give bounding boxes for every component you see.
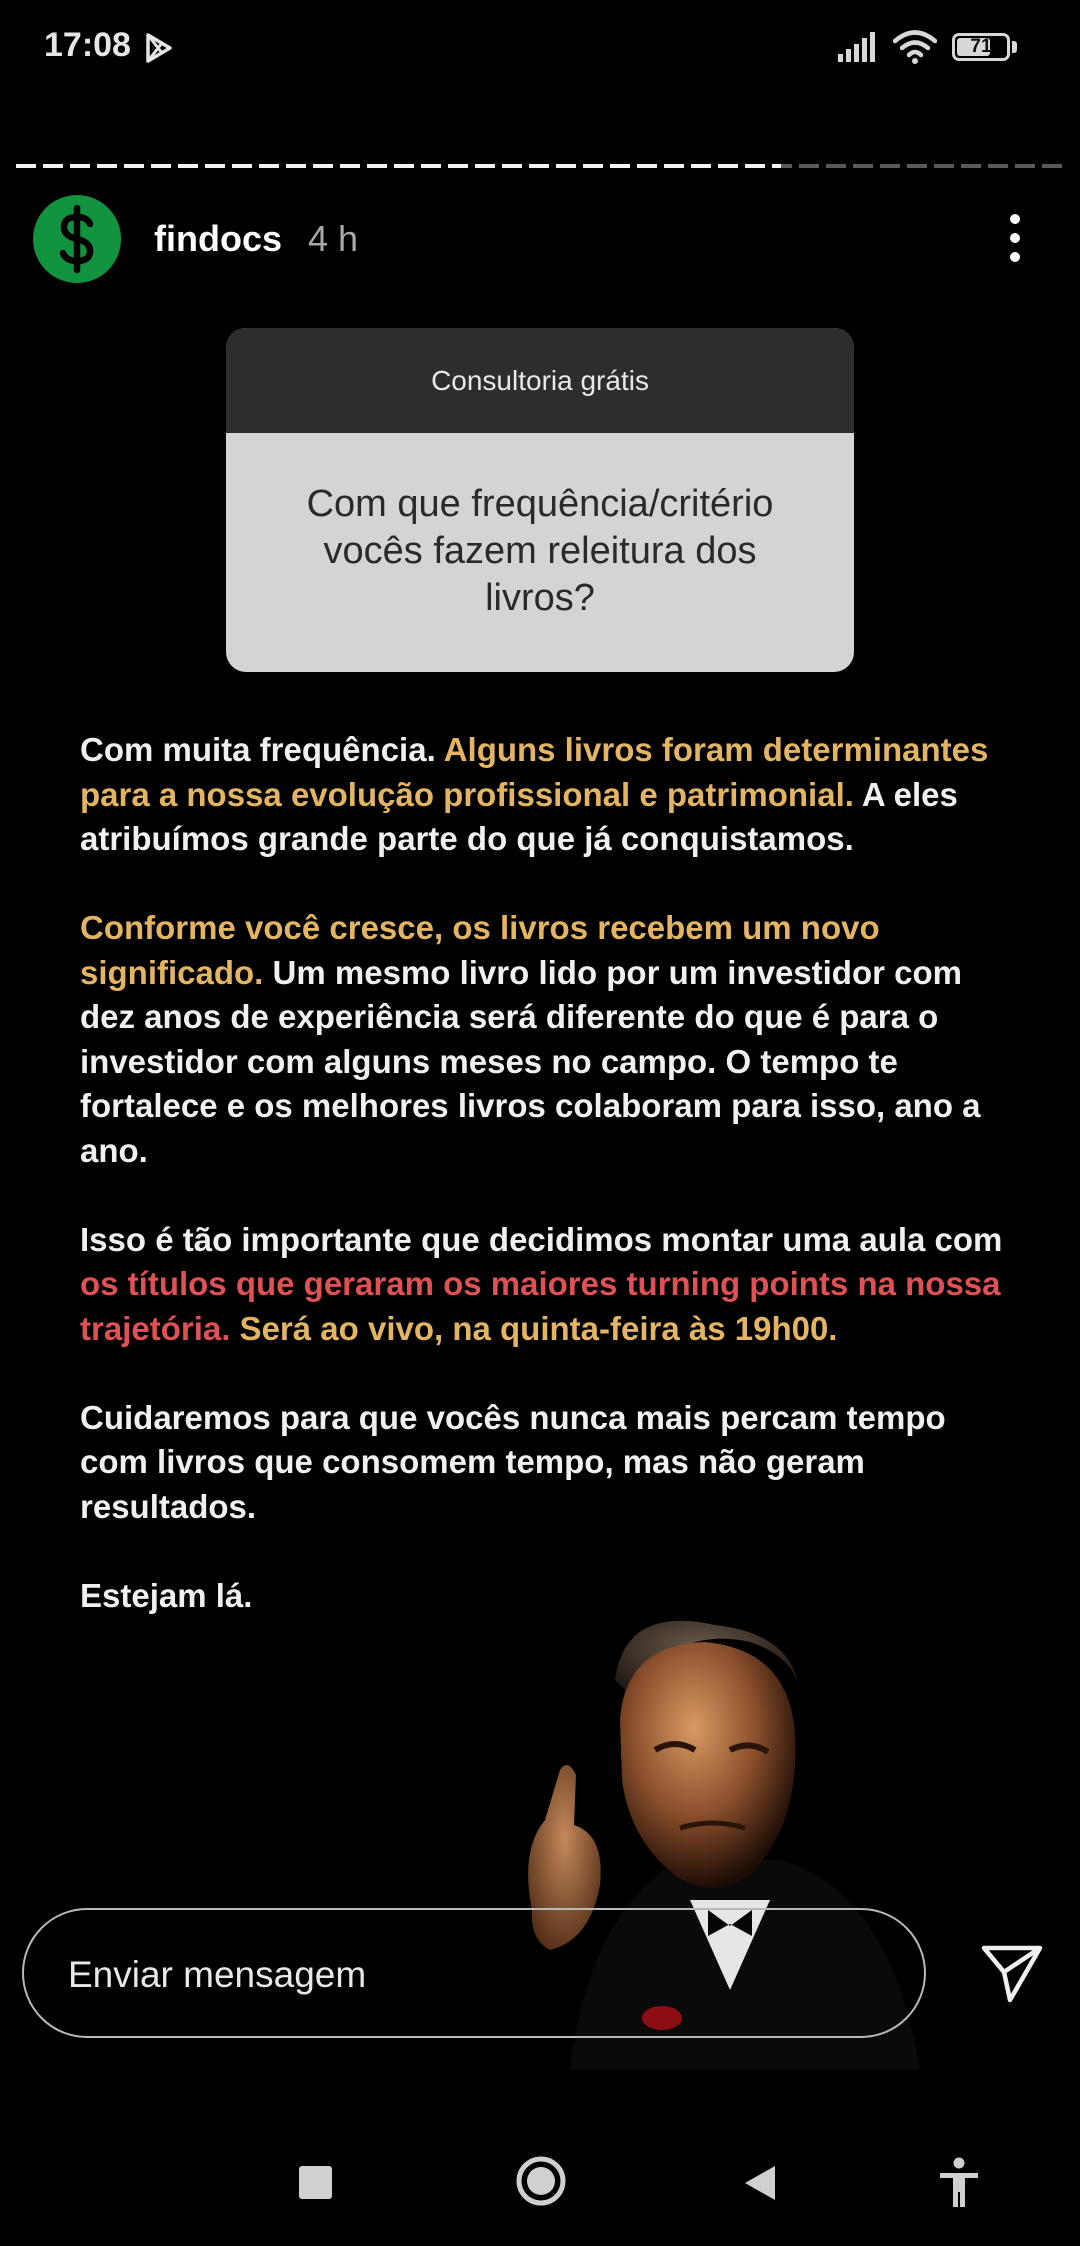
story-paragraph: Com muita frequência. Alguns livros fora… <box>80 728 1020 862</box>
battery-cap <box>1012 41 1017 53</box>
reply-placeholder: Enviar mensagem <box>68 1954 367 1995</box>
story-header: findocs 4 h <box>0 190 1080 286</box>
send-icon[interactable] <box>980 1944 1044 2004</box>
recents-icon[interactable] <box>299 2166 332 2199</box>
reply-input[interactable]: Enviar mensagem <box>22 1908 926 2038</box>
battery-percent: 71 <box>970 36 992 57</box>
more-options-icon[interactable] <box>1000 210 1030 266</box>
status-bar: 17:08 71 <box>0 0 1080 100</box>
play-store-icon <box>146 33 172 63</box>
question-box-header: Consultoria grátis <box>226 328 854 433</box>
dollar-icon <box>59 204 94 274</box>
back-icon[interactable] <box>742 2164 778 2202</box>
question-box: Consultoria grátis Com que frequência/cr… <box>226 328 854 672</box>
story-paragraph: Conforme você cresce, os livros recebem … <box>80 906 1020 1173</box>
battery-icon: 71 <box>952 33 1010 61</box>
story-time: 4 h <box>308 218 359 259</box>
story-progress-fill <box>16 164 782 168</box>
wifi-icon <box>893 30 937 64</box>
accessibility-icon[interactable] <box>936 2157 982 2209</box>
status-time: 17:08 <box>44 26 131 64</box>
home-icon[interactable] <box>515 2155 567 2207</box>
question-text: Com que frequência/critério vocês fazem … <box>306 483 774 619</box>
story-paragraph: Cuidaremos para que vocês nunca mais per… <box>80 1396 1020 1530</box>
username[interactable]: findocs <box>154 218 282 260</box>
story-text-segment: Com muita frequência. <box>80 731 444 768</box>
story-paragraph: Isso é tão importante que decidimos mont… <box>80 1218 1020 1352</box>
avatar[interactable] <box>33 195 121 283</box>
navigation-bar <box>0 2130 1080 2246</box>
signal-icon <box>838 32 875 62</box>
story-text-segment: Estejam lá. <box>80 1576 253 1614</box>
story-text-segment: Será ao vivo, na quinta-feira às 19h00. <box>230 1309 838 1347</box>
story-text-segment: Cuidaremos para que vocês nunca mais per… <box>80 1398 946 1525</box>
story-progress-bar <box>16 164 1064 168</box>
story-text: Com muita frequência. Alguns livros fora… <box>80 728 1020 1663</box>
story-text-segment: Isso é tão importante que decidimos mont… <box>80 1220 1003 1258</box>
